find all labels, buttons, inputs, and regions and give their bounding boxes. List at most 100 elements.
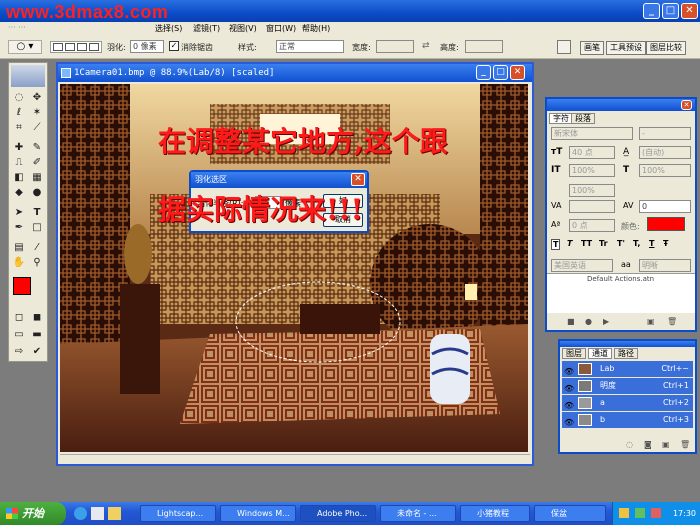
style-select[interactable]: 正常 (276, 40, 344, 53)
quicklaunch-media-icon[interactable] (91, 507, 104, 520)
tab-paths[interactable]: 路径 (614, 348, 638, 359)
task-lightscape[interactable]: Lightscap... (140, 505, 216, 522)
channel-row-a[interactable]: 👁 a Ctrl+2 (562, 395, 693, 411)
menu-filter[interactable]: 滤镜(T) (193, 23, 220, 34)
quickmask-mode-icon[interactable]: ◼ (30, 311, 44, 324)
marquee-tool-icon[interactable]: ◌ (12, 91, 26, 104)
doc-minimize-button[interactable]: _ (476, 65, 491, 80)
marquee-tool-preset[interactable]: ○ ▾ (8, 40, 42, 54)
intersect-selection-icon[interactable] (89, 43, 99, 51)
tracking-input[interactable]: 0 (639, 200, 691, 213)
eraser-tool-icon[interactable]: ◧ (12, 171, 26, 184)
new-action-icon[interactable]: ▣ (647, 317, 655, 326)
quicklaunch-ie-icon[interactable] (74, 507, 87, 520)
strikethrough-button[interactable]: Ŧ (663, 239, 668, 248)
tab-tool-presets[interactable]: 工具预设 (606, 41, 646, 55)
doc-close-button[interactable]: ✕ (510, 65, 525, 80)
minimize-button[interactable]: _ (643, 3, 660, 19)
language-select[interactable]: 美国英语 (551, 259, 613, 272)
pen-tool-icon[interactable]: ✒ (12, 221, 26, 234)
task-folder[interactable]: 保盆 (534, 505, 606, 522)
horizontal-scale-input[interactable]: 100% (639, 164, 691, 177)
channel-row-lab[interactable]: 👁 Lab Ctrl+~ (562, 361, 693, 377)
tab-channels[interactable]: 通道 (588, 348, 612, 359)
crop-tool-icon[interactable]: ⌗ (12, 121, 26, 134)
fullscreen-mode-icon[interactable]: ▬ (30, 328, 44, 341)
antialias-checkbox[interactable]: ✓ (169, 41, 179, 51)
magic-wand-icon[interactable]: ✶ (30, 106, 44, 119)
faux-bold-button[interactable]: T (551, 239, 561, 250)
underline-button[interactable]: T (649, 239, 654, 248)
new-selection-icon[interactable] (53, 43, 63, 51)
record-icon[interactable]: ● (585, 317, 592, 326)
menu-select[interactable]: 选择(S) (155, 23, 182, 34)
play-icon[interactable]: ▶ (603, 317, 609, 326)
notes-tool-icon[interactable]: ▤ (12, 241, 26, 254)
antialias-select[interactable]: 明晰 (639, 259, 691, 272)
lasso-tool-icon[interactable]: ℓ (12, 106, 26, 119)
standard-mode-icon[interactable]: ◻ (12, 311, 26, 324)
eyedropper-icon[interactable]: ⁄ (30, 241, 44, 254)
delete-channel-icon[interactable]: 🗑 (680, 440, 690, 449)
tray-icon[interactable] (635, 508, 645, 518)
zoom-tool-icon[interactable]: ⚲ (30, 256, 44, 269)
trash-icon[interactable]: 🗑 (667, 317, 677, 326)
channel-row-b[interactable]: 👁 b Ctrl+3 (562, 412, 693, 428)
baseline-input[interactable]: 0 点 (569, 219, 615, 232)
close-button[interactable]: ✕ (681, 3, 698, 19)
subtract-selection-icon[interactable] (77, 43, 87, 51)
quicklaunch-folder-icon[interactable] (108, 507, 121, 520)
feather-input[interactable]: 0 像素 (130, 40, 164, 53)
channel-row-lightness[interactable]: 👁 明度 Ctrl+1 (562, 378, 693, 394)
all-caps-button[interactable]: TT (581, 239, 592, 248)
palette-well-icon[interactable] (557, 40, 571, 54)
font-family-select[interactable]: 新宋体 (551, 127, 633, 140)
healing-tool-icon[interactable]: ✚ (12, 141, 26, 154)
path-select-icon[interactable]: ➤ (12, 206, 26, 219)
brush-tool-icon[interactable]: ✎ (30, 141, 44, 154)
foreground-color-swatch[interactable] (13, 277, 31, 295)
vertical-scale-input[interactable]: 100% (569, 164, 615, 177)
add-selection-icon[interactable] (65, 43, 75, 51)
save-selection-icon[interactable]: ◙ (644, 440, 652, 449)
type-tool-icon[interactable]: T (30, 206, 44, 219)
visibility-eye-icon[interactable]: 👁 (564, 415, 574, 431)
dialog-close-button[interactable]: ✕ (351, 173, 365, 186)
tray-icon[interactable] (619, 508, 629, 518)
tab-layers[interactable]: 图层 (562, 348, 586, 359)
font-style-select[interactable]: - (639, 127, 691, 140)
superscript-button[interactable]: T' (617, 239, 625, 248)
dodge-tool-icon[interactable]: ● (30, 186, 44, 199)
kerning-input[interactable] (569, 200, 615, 213)
width-input[interactable] (376, 40, 414, 53)
stop-icon[interactable]: ■ (567, 317, 575, 326)
shape-tool-icon[interactable]: □ (30, 221, 44, 234)
text-color-swatch[interactable] (647, 217, 685, 231)
screen-mode-icon[interactable]: ▭ (12, 328, 26, 341)
task-tutorial-folder[interactable]: 小猪教程 (460, 505, 530, 522)
jump-to-imageready-icon[interactable]: ⇨ (12, 345, 26, 358)
hand-tool-icon[interactable]: ✋ (12, 256, 26, 269)
font-size-input[interactable]: 40 点 (569, 146, 615, 159)
leading-input[interactable]: (自动) (639, 146, 691, 159)
char-panel-close[interactable]: ✕ (681, 100, 692, 110)
selection-mode-buttons[interactable] (50, 41, 102, 53)
stamp-tool-icon[interactable]: ⎍ (12, 156, 26, 169)
move-tool-icon[interactable]: ✥ (30, 91, 44, 104)
tracking-scale-input[interactable]: 100% (569, 184, 615, 197)
tab-layer-comps[interactable]: 图层比较 (646, 41, 686, 55)
swap-icon[interactable]: ⇄ (422, 41, 430, 51)
maximize-button[interactable]: □ (662, 3, 679, 19)
menu-help[interactable]: 帮助(H) (302, 23, 330, 34)
small-caps-button[interactable]: Tr (599, 239, 608, 248)
blur-tool-icon[interactable]: ◆ (12, 186, 26, 199)
gradient-tool-icon[interactable]: ▦ (30, 171, 44, 184)
menu-view[interactable]: 视图(V) (229, 23, 257, 34)
task-windows-media[interactable]: Windows M... (220, 505, 296, 522)
check-icon[interactable]: ✔ (30, 345, 44, 358)
tray-icon[interactable] (651, 508, 661, 518)
task-untitled[interactable]: 未命名 - ... (380, 505, 456, 522)
doc-maximize-button[interactable]: □ (493, 65, 508, 80)
history-brush-icon[interactable]: ✐ (30, 156, 44, 169)
tab-brushes[interactable]: 画笔 (580, 41, 604, 55)
